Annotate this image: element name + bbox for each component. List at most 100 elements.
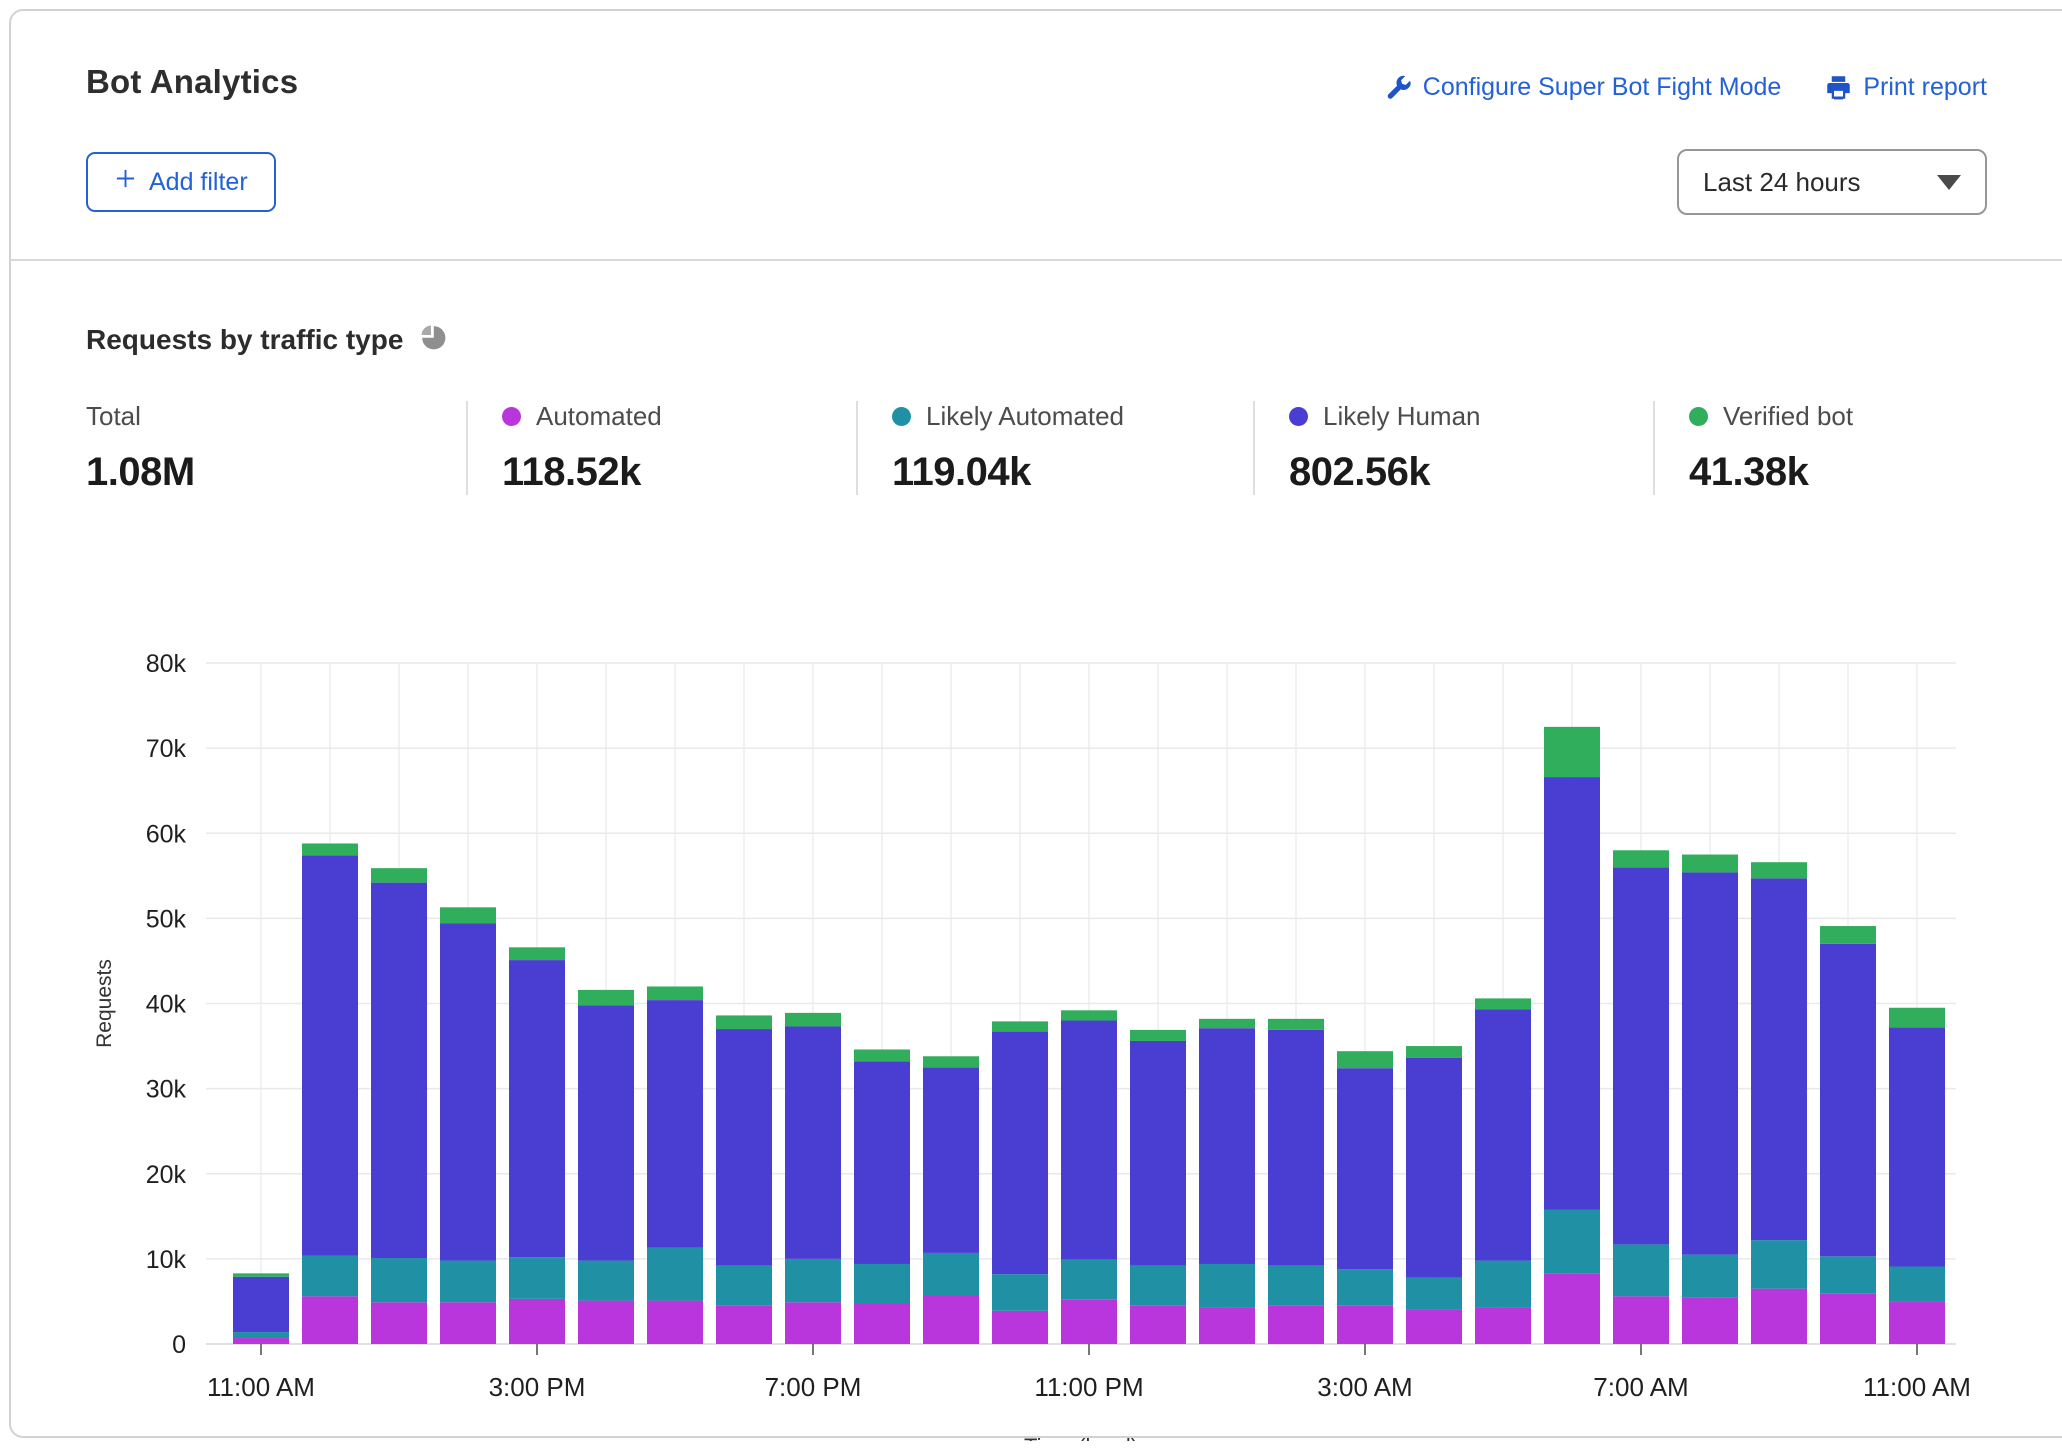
- bar[interactable]: [578, 990, 634, 1344]
- bar[interactable]: [1544, 727, 1600, 1344]
- configure-super-bot-fight-mode-link[interactable]: Configure Super Bot Fight Mode: [1385, 73, 1782, 102]
- bar-segment-automated[interactable]: [1682, 1297, 1738, 1344]
- bar[interactable]: [371, 868, 427, 1344]
- bar[interactable]: [440, 907, 496, 1344]
- bar[interactable]: [1820, 926, 1876, 1344]
- bar-segment-verified-bot[interactable]: [1061, 1010, 1117, 1020]
- bar-segment-likely-automated[interactable]: [1475, 1261, 1531, 1308]
- bar-segment-likely-automated[interactable]: [371, 1258, 427, 1302]
- bar-segment-likely-human[interactable]: [440, 923, 496, 1260]
- bar[interactable]: [1889, 1008, 1945, 1344]
- bar-segment-likely-automated[interactable]: [509, 1257, 565, 1299]
- bar-segment-likely-automated[interactable]: [578, 1261, 634, 1301]
- bar-segment-likely-human[interactable]: [1199, 1028, 1255, 1264]
- bar-segment-likely-human[interactable]: [578, 1005, 634, 1260]
- bar[interactable]: [1475, 998, 1531, 1344]
- bar-segment-likely-human[interactable]: [302, 855, 358, 1255]
- bar-segment-verified-bot[interactable]: [371, 868, 427, 882]
- bar-segment-likely-human[interactable]: [1613, 867, 1669, 1244]
- bar-segment-verified-bot[interactable]: [1337, 1051, 1393, 1068]
- bar-segment-likely-automated[interactable]: [302, 1255, 358, 1296]
- bar-segment-automated[interactable]: [923, 1295, 979, 1344]
- bar-segment-automated[interactable]: [785, 1302, 841, 1344]
- bar-segment-verified-bot[interactable]: [578, 990, 634, 1005]
- bar-segment-automated[interactable]: [578, 1301, 634, 1344]
- bar-segment-verified-bot[interactable]: [854, 1049, 910, 1061]
- bar-segment-likely-human[interactable]: [923, 1067, 979, 1253]
- bar-segment-likely-automated[interactable]: [785, 1259, 841, 1302]
- bar-segment-verified-bot[interactable]: [1130, 1030, 1186, 1041]
- bar-segment-likely-human[interactable]: [1544, 777, 1600, 1209]
- bar-segment-verified-bot[interactable]: [1199, 1019, 1255, 1028]
- bar[interactable]: [1682, 855, 1738, 1344]
- bar-segment-automated[interactable]: [371, 1302, 427, 1344]
- bar-segment-likely-automated[interactable]: [233, 1332, 289, 1338]
- bar-segment-automated[interactable]: [716, 1306, 772, 1344]
- bar-segment-automated[interactable]: [854, 1304, 910, 1344]
- bar-segment-likely-automated[interactable]: [440, 1261, 496, 1303]
- bar-segment-likely-human[interactable]: [1337, 1068, 1393, 1269]
- bar[interactable]: [509, 947, 565, 1344]
- bar-segment-automated[interactable]: [1130, 1306, 1186, 1344]
- bar-segment-automated[interactable]: [1268, 1306, 1324, 1344]
- bar-segment-likely-automated[interactable]: [1544, 1210, 1600, 1274]
- bar-segment-automated[interactable]: [302, 1296, 358, 1344]
- bar-segment-likely-human[interactable]: [1751, 878, 1807, 1240]
- bar-segment-likely-automated[interactable]: [1820, 1256, 1876, 1293]
- bar-segment-likely-automated[interactable]: [1130, 1266, 1186, 1306]
- bar-segment-likely-automated[interactable]: [1199, 1264, 1255, 1307]
- bar-segment-likely-human[interactable]: [854, 1061, 910, 1264]
- bar-segment-verified-bot[interactable]: [716, 1015, 772, 1029]
- bar-segment-verified-bot[interactable]: [1475, 998, 1531, 1009]
- bar-segment-likely-human[interactable]: [992, 1032, 1048, 1275]
- bar[interactable]: [1613, 850, 1669, 1344]
- bar-segment-automated[interactable]: [1751, 1289, 1807, 1344]
- bar-segment-likely-human[interactable]: [1889, 1027, 1945, 1266]
- bar[interactable]: [647, 986, 703, 1344]
- bar-segment-verified-bot[interactable]: [647, 986, 703, 1000]
- add-filter-button[interactable]: Add filter: [86, 152, 276, 212]
- bar-segment-automated[interactable]: [1337, 1306, 1393, 1344]
- bar-segment-likely-automated[interactable]: [1889, 1267, 1945, 1302]
- bar-segment-verified-bot[interactable]: [1406, 1046, 1462, 1058]
- bar-segment-verified-bot[interactable]: [1544, 727, 1600, 777]
- bar-segment-automated[interactable]: [1475, 1307, 1531, 1344]
- bar-segment-verified-bot[interactable]: [1889, 1008, 1945, 1028]
- bar-segment-likely-human[interactable]: [1475, 1009, 1531, 1260]
- bar[interactable]: [302, 843, 358, 1344]
- bar-segment-likely-human[interactable]: [716, 1029, 772, 1266]
- bar-segment-likely-automated[interactable]: [716, 1266, 772, 1306]
- bar[interactable]: [233, 1273, 289, 1344]
- bar-segment-verified-bot[interactable]: [1751, 862, 1807, 878]
- bar-segment-automated[interactable]: [992, 1311, 1048, 1344]
- bar-segment-likely-human[interactable]: [647, 1000, 703, 1248]
- bar-segment-likely-human[interactable]: [509, 960, 565, 1257]
- bar[interactable]: [1130, 1030, 1186, 1344]
- bar-segment-automated[interactable]: [647, 1301, 703, 1344]
- bar-segment-verified-bot[interactable]: [440, 907, 496, 923]
- bar-segment-automated[interactable]: [440, 1302, 496, 1344]
- bar-segment-likely-human[interactable]: [1061, 1021, 1117, 1260]
- bar-segment-automated[interactable]: [509, 1299, 565, 1344]
- bar-segment-verified-bot[interactable]: [302, 843, 358, 855]
- bar-segment-likely-automated[interactable]: [1682, 1255, 1738, 1298]
- bar-segment-verified-bot[interactable]: [785, 1013, 841, 1027]
- bar[interactable]: [923, 1056, 979, 1344]
- bar[interactable]: [785, 1013, 841, 1344]
- bar-segment-automated[interactable]: [233, 1338, 289, 1344]
- time-range-select[interactable]: Last 24 hours: [1677, 149, 1987, 215]
- bar-segment-verified-bot[interactable]: [1682, 855, 1738, 873]
- bar-segment-likely-human[interactable]: [1268, 1030, 1324, 1266]
- bar-segment-likely-automated[interactable]: [1337, 1269, 1393, 1306]
- bar-segment-likely-automated[interactable]: [1268, 1266, 1324, 1306]
- bar-segment-likely-automated[interactable]: [647, 1248, 703, 1301]
- bar-segment-likely-human[interactable]: [233, 1277, 289, 1332]
- bar-segment-verified-bot[interactable]: [923, 1056, 979, 1067]
- bar[interactable]: [1268, 1019, 1324, 1344]
- bar-segment-likely-human[interactable]: [1130, 1041, 1186, 1266]
- bar-segment-likely-automated[interactable]: [854, 1264, 910, 1304]
- bar-segment-automated[interactable]: [1820, 1294, 1876, 1344]
- bar-segment-likely-human[interactable]: [371, 883, 427, 1258]
- bar-segment-automated[interactable]: [1889, 1301, 1945, 1344]
- bar-segment-automated[interactable]: [1199, 1307, 1255, 1344]
